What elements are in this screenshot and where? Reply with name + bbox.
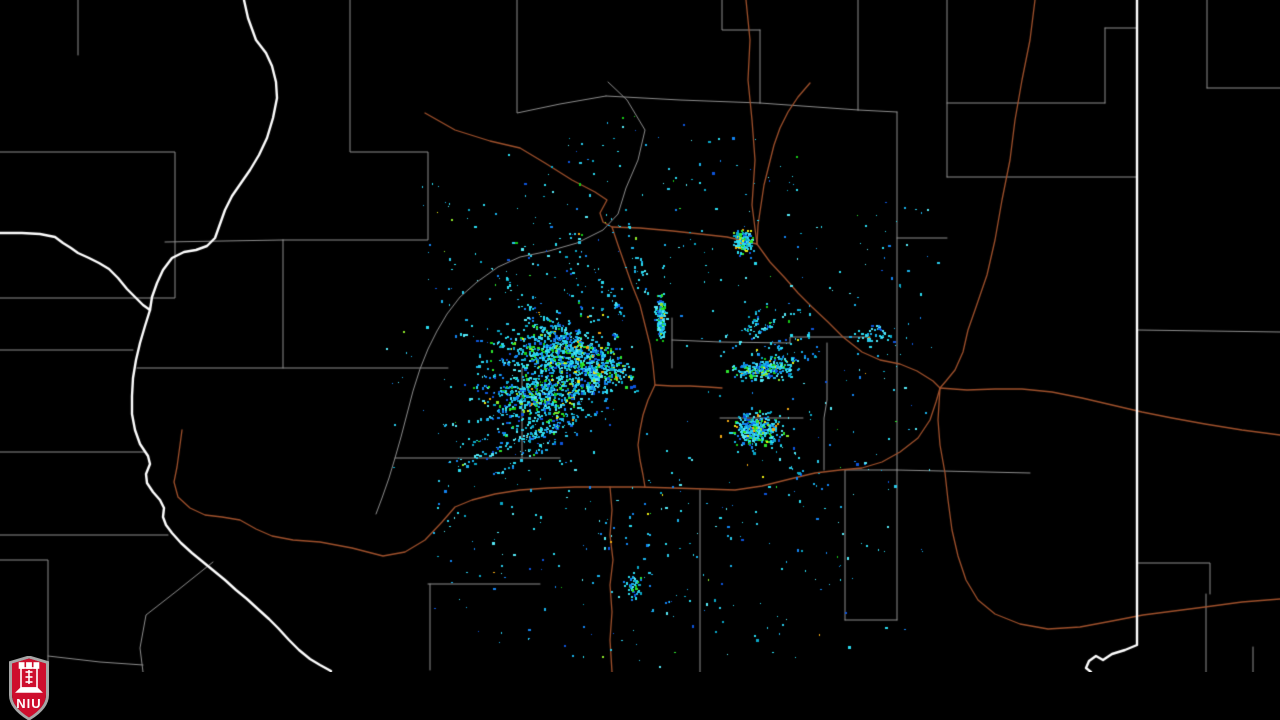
radar-viewer: KILX LONG RANGE BASE REFLECTIVITY (0.25K… [0, 0, 1280, 720]
radar-map-canvas [0, 0, 1280, 672]
niu-castle-icon [15, 662, 43, 693]
footer: KILX LONG RANGE BASE REFLECTIVITY (0.25K… [0, 672, 1280, 720]
niu-logo-text: NIU [16, 696, 41, 711]
niu-logo[interactable]: NIU [8, 656, 50, 720]
